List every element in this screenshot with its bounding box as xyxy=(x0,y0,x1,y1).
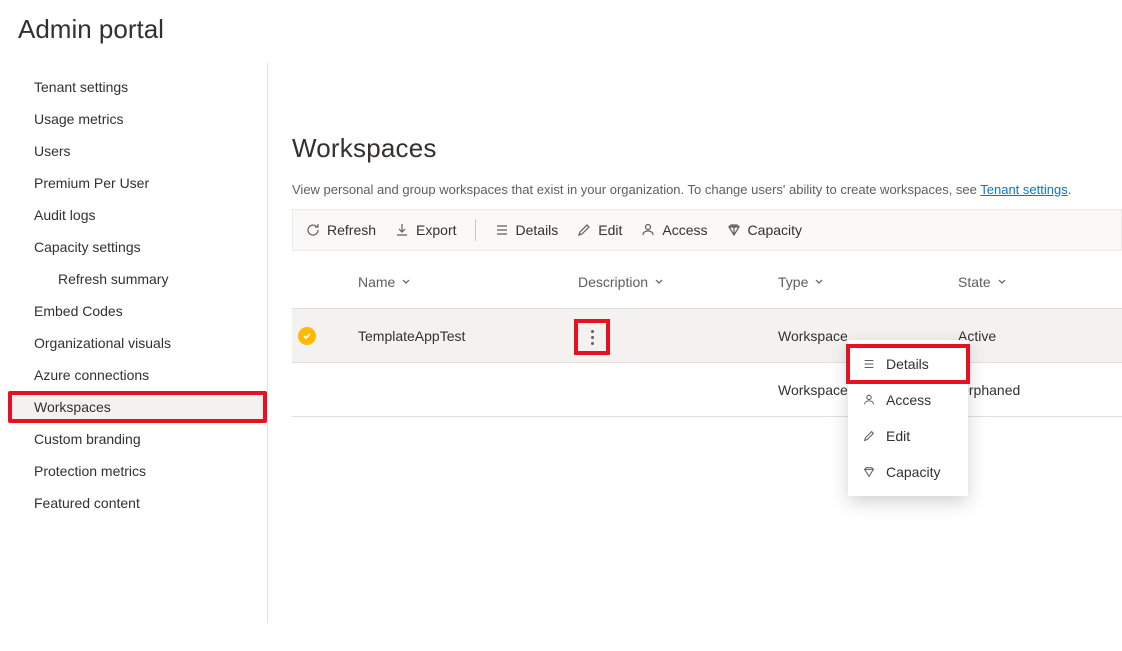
chevron-down-icon xyxy=(814,277,824,287)
menu-edit[interactable]: Edit xyxy=(848,418,968,454)
table-row[interactable]: Workspace Orphaned xyxy=(292,363,1122,417)
workspaces-table: Name Description Type State xyxy=(292,255,1122,417)
person-icon xyxy=(862,393,876,407)
selected-check-icon xyxy=(298,327,316,345)
capacity-label: Capacity xyxy=(748,222,802,238)
edit-button[interactable]: Edit xyxy=(576,222,622,238)
more-options-button[interactable] xyxy=(578,323,606,351)
capacity-button[interactable]: Capacity xyxy=(726,222,802,238)
cell-state: Active xyxy=(958,328,1098,344)
menu-capacity[interactable]: Capacity xyxy=(848,454,968,490)
sidebar-item-usage-metrics[interactable]: Usage metrics xyxy=(8,103,267,135)
refresh-label: Refresh xyxy=(327,222,376,238)
menu-access[interactable]: Access xyxy=(848,382,968,418)
sidebar-item-organizational-visuals[interactable]: Organizational visuals xyxy=(8,327,267,359)
sidebar-item-custom-branding[interactable]: Custom branding xyxy=(8,423,267,455)
col-type-label: Type xyxy=(778,274,808,290)
sidebar-item-embed-codes[interactable]: Embed Codes xyxy=(8,295,267,327)
col-name[interactable]: Name xyxy=(358,274,578,290)
export-label: Export xyxy=(416,222,456,238)
sidebar-item-tenant-settings[interactable]: Tenant settings xyxy=(8,71,267,103)
list-icon xyxy=(862,357,876,371)
sidebar: Tenant settings Usage metrics Users Prem… xyxy=(8,63,268,623)
export-button[interactable]: Export xyxy=(394,222,456,238)
sidebar-item-premium-per-user[interactable]: Premium Per User xyxy=(8,167,267,199)
chevron-down-icon xyxy=(997,277,1007,287)
menu-details-label: Details xyxy=(886,356,929,372)
sidebar-item-azure-connections[interactable]: Azure connections xyxy=(8,359,267,391)
refresh-icon xyxy=(305,222,321,238)
main-content: Workspaces View personal and group works… xyxy=(268,63,1122,623)
chevron-down-icon xyxy=(654,277,664,287)
content-desc-after: . xyxy=(1068,182,1072,197)
table-header-row: Name Description Type State xyxy=(292,255,1122,309)
sidebar-item-users[interactable]: Users xyxy=(8,135,267,167)
content-description: View personal and group workspaces that … xyxy=(292,182,1122,197)
person-icon xyxy=(640,222,656,238)
page-title: Admin portal xyxy=(0,0,1122,45)
chevron-down-icon xyxy=(401,277,411,287)
tenant-settings-link[interactable]: Tenant settings xyxy=(980,182,1067,197)
access-button[interactable]: Access xyxy=(640,222,707,238)
details-button[interactable]: Details xyxy=(494,222,559,238)
access-label: Access xyxy=(662,222,707,238)
edit-label: Edit xyxy=(598,222,622,238)
sidebar-item-featured-content[interactable]: Featured content xyxy=(8,487,267,519)
menu-access-label: Access xyxy=(886,392,931,408)
menu-capacity-label: Capacity xyxy=(886,464,940,480)
sidebar-item-refresh-summary[interactable]: Refresh summary xyxy=(8,263,267,295)
col-state[interactable]: State xyxy=(958,274,1098,290)
toolbar-divider xyxy=(475,219,476,241)
diamond-icon xyxy=(862,465,876,479)
content-desc-text: View personal and group workspaces that … xyxy=(292,182,980,197)
refresh-button[interactable]: Refresh xyxy=(305,222,376,238)
vertical-dots-icon xyxy=(591,328,594,346)
table-row[interactable]: TemplateAppTest Workspace Active xyxy=(292,309,1122,363)
details-label: Details xyxy=(516,222,559,238)
content-title: Workspaces xyxy=(292,133,1122,164)
col-type[interactable]: Type xyxy=(778,274,958,290)
pencil-icon xyxy=(862,429,876,443)
sidebar-item-workspaces[interactable]: Workspaces xyxy=(8,391,267,423)
diamond-icon xyxy=(726,222,742,238)
list-icon xyxy=(494,222,510,238)
col-state-label: State xyxy=(958,274,991,290)
download-icon xyxy=(394,222,410,238)
menu-edit-label: Edit xyxy=(886,428,910,444)
context-menu: Details Access Edit Capacity xyxy=(848,340,968,496)
sidebar-item-audit-logs[interactable]: Audit logs xyxy=(8,199,267,231)
col-name-label: Name xyxy=(358,274,395,290)
col-description[interactable]: Description xyxy=(578,274,778,290)
menu-details[interactable]: Details xyxy=(848,346,968,382)
cell-state: Orphaned xyxy=(958,382,1098,398)
sidebar-item-protection-metrics[interactable]: Protection metrics xyxy=(8,455,267,487)
cell-name: TemplateAppTest xyxy=(358,328,578,344)
toolbar: Refresh Export Details Edit xyxy=(292,209,1122,251)
pencil-icon xyxy=(576,222,592,238)
sidebar-item-capacity-settings[interactable]: Capacity settings xyxy=(8,231,267,263)
col-description-label: Description xyxy=(578,274,648,290)
